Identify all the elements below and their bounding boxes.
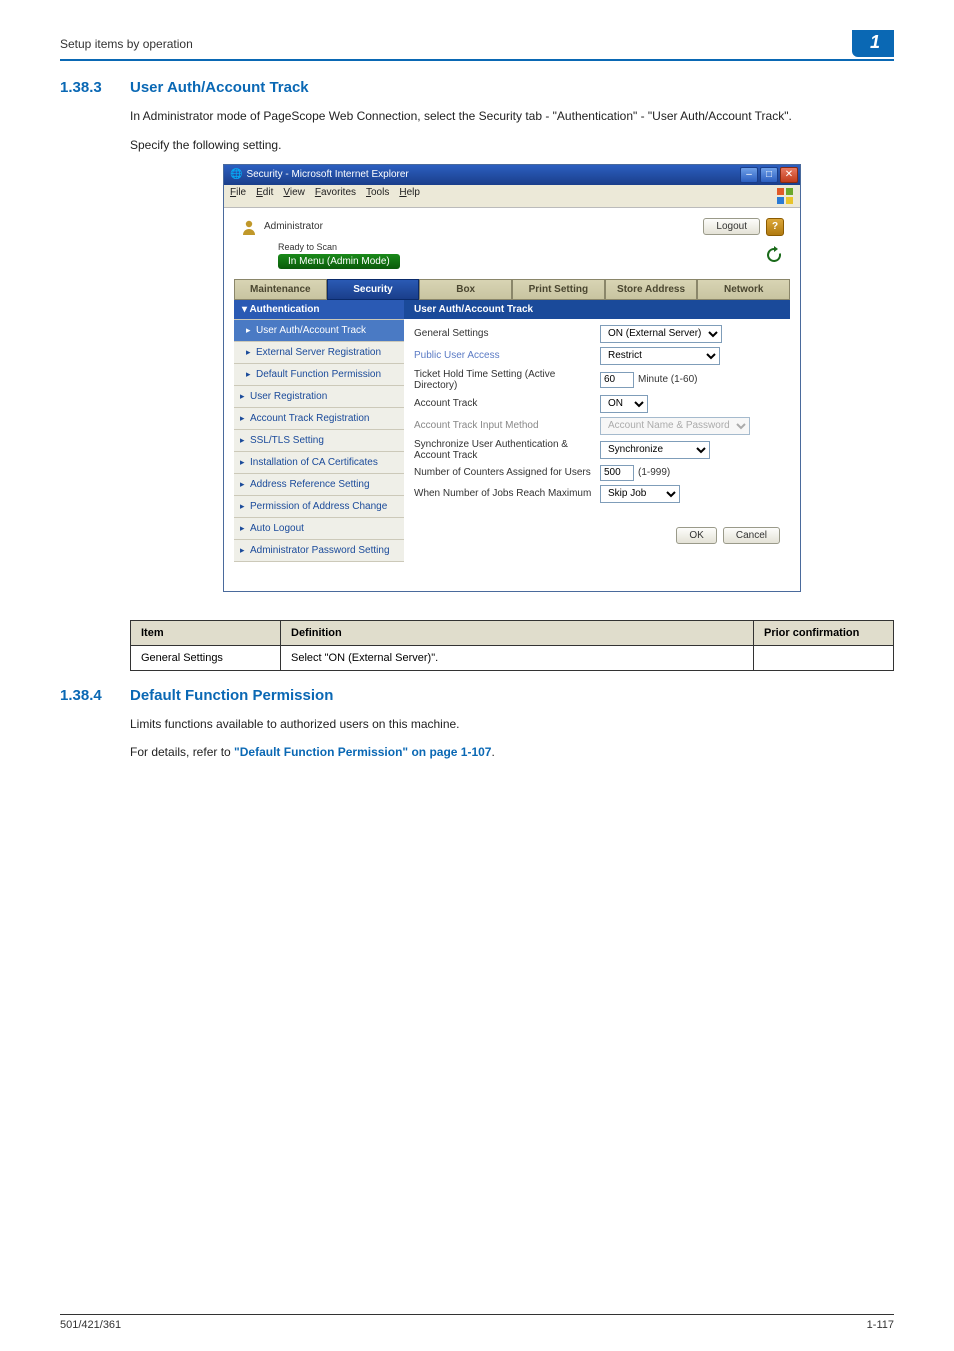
section2-para2a: For details, refer to: [130, 745, 234, 759]
label-account-track: Account Track: [414, 398, 600, 409]
tab-store-address[interactable]: Store Address: [605, 279, 698, 300]
label-num-counters: Number of Counters Assigned for Users: [414, 467, 600, 478]
ie-logo-icon: [776, 187, 794, 205]
td-item: General Settings: [131, 645, 281, 670]
sidebar-item-admin-password[interactable]: Administrator Password Setting: [234, 539, 404, 561]
hint-counters-range: (1-999): [638, 467, 670, 478]
section2-para1: Limits functions available to authorized…: [130, 716, 894, 733]
ie-menubar: File Edit View Favorites Tools Help: [224, 185, 800, 208]
minimize-button[interactable]: –: [740, 167, 758, 183]
sidebar-item-address-reference[interactable]: Address Reference Setting: [234, 473, 404, 495]
section1-para1: In Administrator mode of PageScope Web C…: [130, 108, 894, 125]
sidebar-item-ca-certificates[interactable]: Installation of CA Certificates: [234, 451, 404, 473]
menu-help[interactable]: Help: [399, 187, 420, 205]
td-definition: Select "ON (External Server)".: [281, 645, 754, 670]
menu-edit[interactable]: Edit: [256, 187, 273, 205]
ie-window-title: Security - Microsoft Internet Explorer: [246, 169, 408, 180]
th-item: Item: [131, 620, 281, 645]
main-area: User Auth/Account Track General Settings…: [404, 300, 790, 575]
section2-title: Default Function Permission: [130, 687, 333, 704]
definition-table: Item Definition Prior confirmation Gener…: [130, 620, 894, 671]
ok-button[interactable]: OK: [676, 527, 716, 544]
menu-tools[interactable]: Tools: [366, 187, 389, 205]
header-rule: [60, 59, 894, 61]
tab-print-setting[interactable]: Print Setting: [512, 279, 605, 300]
sidebar-item-ssl[interactable]: SSL/TLS Setting: [234, 429, 404, 451]
ie-window: 🌐 Security - Microsoft Internet Explorer…: [223, 164, 801, 592]
tab-security[interactable]: Security: [327, 279, 420, 300]
sidebar-spacer: [234, 561, 404, 575]
section2-para2: For details, refer to "Default Function …: [130, 744, 894, 761]
sidebar-item-permission-address[interactable]: Permission of Address Change: [234, 495, 404, 517]
sidebar-head-authentication[interactable]: Authentication: [234, 300, 404, 319]
section-title: User Auth/Account Track: [130, 79, 309, 96]
input-num-counters[interactable]: [600, 465, 634, 481]
sidebar-item-account-track-reg[interactable]: Account Track Registration: [234, 407, 404, 429]
tab-row: Maintenance Security Box Print Setting S…: [234, 279, 790, 300]
menu-file[interactable]: File: [230, 187, 246, 205]
chapter-badge: 1: [852, 30, 894, 57]
ie-icon: 🌐: [230, 169, 242, 180]
hint-ticket-minute: Minute (1-60): [638, 374, 697, 385]
admin-icon: [240, 218, 258, 236]
input-ticket-hold-time[interactable]: [600, 372, 634, 388]
close-button[interactable]: ✕: [780, 167, 798, 183]
select-synchronize[interactable]: Synchronize: [600, 441, 710, 459]
breadcrumb: Setup items by operation: [60, 37, 193, 51]
select-input-method: Account Name & Password: [600, 417, 750, 435]
sidebar: Authentication User Auth/Account Track E…: [234, 300, 404, 575]
admin-label: Administrator: [264, 221, 323, 232]
select-general-settings[interactable]: ON (External Server): [600, 325, 722, 343]
maximize-button[interactable]: □: [760, 167, 778, 183]
admin-mode-badge: In Menu (Admin Mode): [278, 254, 400, 269]
cancel-button[interactable]: Cancel: [723, 527, 780, 544]
sidebar-item-external-server[interactable]: External Server Registration: [234, 341, 404, 363]
th-definition: Definition: [281, 620, 754, 645]
ie-titlebar: 🌐 Security - Microsoft Internet Explorer…: [224, 165, 800, 185]
refresh-icon[interactable]: [764, 245, 784, 265]
td-prior: [754, 645, 894, 670]
status-ready: Ready to Scan: [278, 242, 400, 252]
section2-number: 1.38.4: [60, 687, 130, 704]
sidebar-item-auto-logout[interactable]: Auto Logout: [234, 517, 404, 539]
menu-favorites[interactable]: Favorites: [315, 187, 356, 205]
sidebar-item-user-registration[interactable]: User Registration: [234, 385, 404, 407]
select-account-track[interactable]: ON: [600, 395, 648, 413]
tab-maintenance[interactable]: Maintenance: [234, 279, 327, 300]
select-public-user-access[interactable]: Restrict: [600, 347, 720, 365]
sidebar-item-user-auth[interactable]: User Auth/Account Track: [234, 319, 404, 341]
label-general-settings: General Settings: [414, 328, 600, 339]
tab-network[interactable]: Network: [697, 279, 790, 300]
footer-right: 1-117: [867, 1319, 894, 1331]
footer-left: 501/421/361: [60, 1319, 121, 1331]
label-public-user-access: Public User Access: [414, 350, 600, 361]
main-title: User Auth/Account Track: [404, 300, 790, 319]
section1-para2: Specify the following setting.: [130, 137, 894, 154]
label-synchronize: Synchronize User Authentication & Accoun…: [414, 439, 600, 461]
th-prior-confirmation: Prior confirmation: [754, 620, 894, 645]
menu-view[interactable]: View: [283, 187, 305, 205]
select-jobs-reach-max[interactable]: Skip Job: [600, 485, 680, 503]
label-account-track-input-method: Account Track Input Method: [414, 420, 600, 431]
sidebar-item-default-func[interactable]: Default Function Permission: [234, 363, 404, 385]
link-default-function-permission[interactable]: "Default Function Permission" on page 1-…: [234, 745, 491, 759]
help-icon[interactable]: ?: [766, 218, 784, 236]
section2-para2c: .: [491, 745, 494, 759]
label-jobs-reach-max: When Number of Jobs Reach Maximum: [414, 488, 600, 499]
tab-box[interactable]: Box: [419, 279, 512, 300]
label-ticket-hold-time: Ticket Hold Time Setting (Active Directo…: [414, 369, 600, 391]
section-number: 1.38.3: [60, 79, 130, 96]
logout-button[interactable]: Logout: [703, 218, 760, 235]
